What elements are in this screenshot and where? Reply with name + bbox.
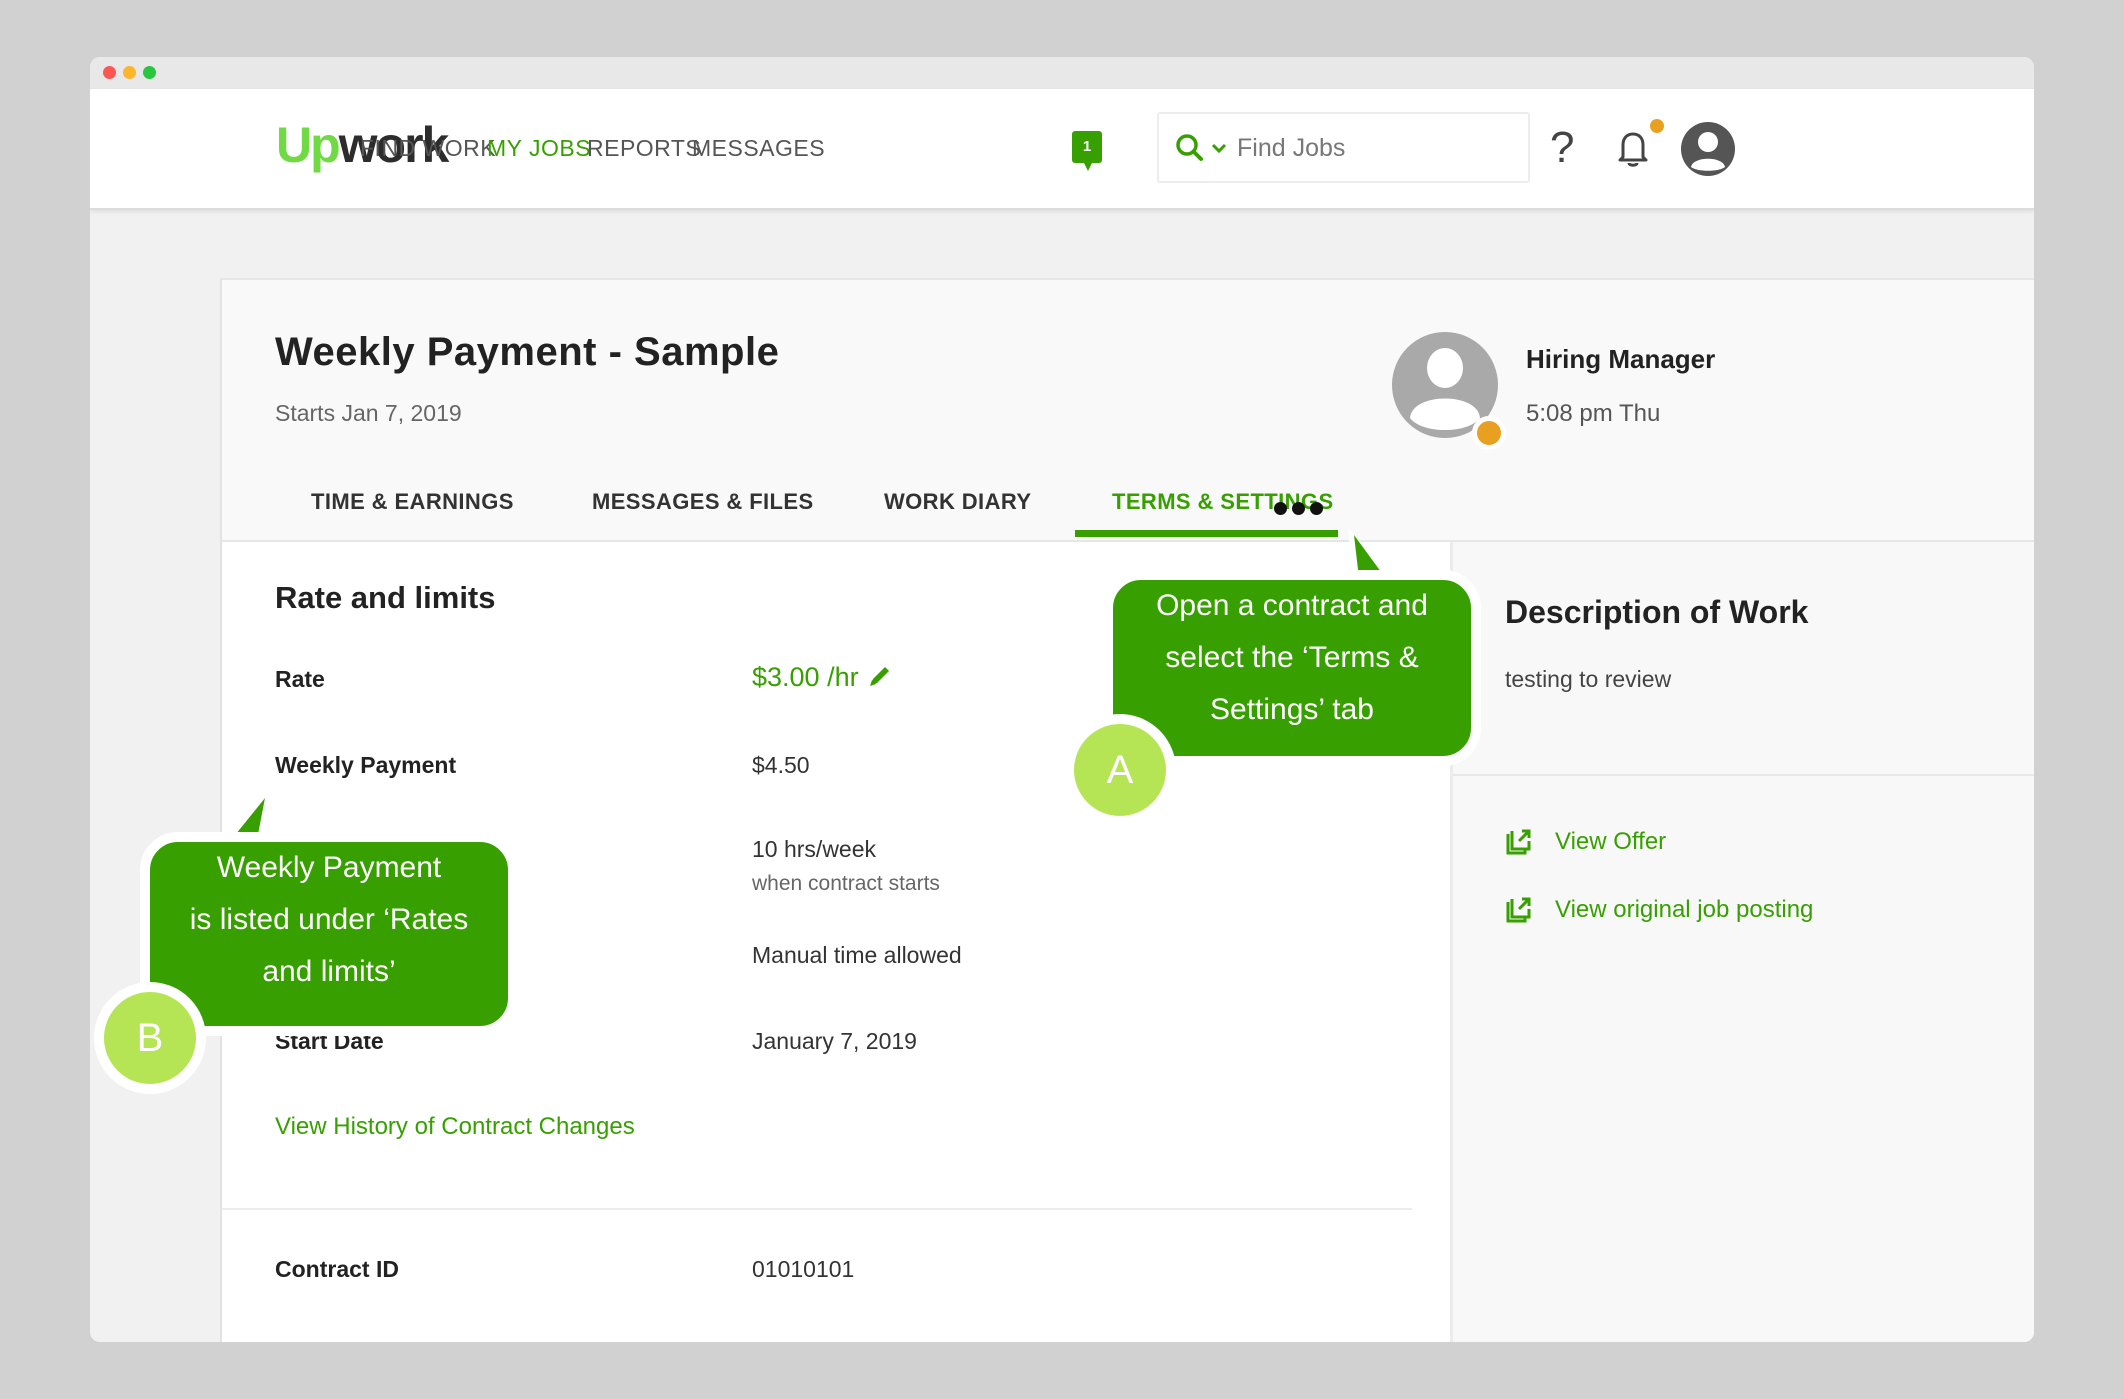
search-input[interactable]	[1237, 128, 1517, 168]
hiring-manager-name: Hiring Manager	[1526, 344, 1716, 374]
hiring-manager-local-time: 5:08 pm Thu	[1526, 400, 1661, 427]
section-divider	[222, 1208, 1412, 1210]
nav-find-work[interactable]: FIND WORK	[360, 133, 496, 163]
more-dot-icon	[1310, 502, 1323, 515]
nav-my-jobs[interactable]: MY JOBS	[487, 133, 591, 163]
description-panel: Description of Work testing to review Vi…	[1453, 542, 2034, 1342]
view-job-posting-link[interactable]: View original job posting	[1505, 896, 1813, 924]
tab-time-earnings[interactable]: TIME & EARNINGS	[311, 480, 514, 540]
callout-b-badge: B	[94, 982, 206, 1094]
contract-id-label: Contract ID	[275, 1256, 399, 1282]
tab-messages-files[interactable]: MESSAGES & FILES	[592, 480, 814, 540]
callout-b-bubble: Weekly Payment is listed under ‘Rates an…	[140, 832, 518, 1036]
top-navigation-bar: Upwork FIND WORK MY JOBS REPORTS MESSAGE…	[90, 89, 2034, 210]
external-link-icon	[1506, 897, 1531, 923]
chevron-down-icon[interactable]	[1209, 138, 1229, 158]
view-job-posting-label: View original job posting	[1555, 896, 1814, 923]
more-dot-icon	[1274, 502, 1287, 515]
callout-a-line: Open a contract and	[1156, 589, 1428, 622]
nav-messages[interactable]: MESSAGES	[692, 133, 825, 163]
more-tabs-button[interactable]	[1274, 502, 1323, 515]
view-offer-link[interactable]: View Offer	[1505, 828, 1666, 856]
title-bar	[90, 57, 2034, 89]
tab-work-diary[interactable]: WORK DIARY	[884, 480, 1031, 540]
help-icon[interactable]: ?	[1550, 123, 1574, 173]
nav-reports[interactable]: REPORTS	[587, 133, 701, 163]
notification-dot	[1650, 119, 1664, 133]
contract-tabs: TIME & EARNINGS MESSAGES & FILES WORK DI…	[222, 480, 2034, 542]
rate-and-limits-title: Rate and limits	[275, 580, 496, 615]
browser-window: Upwork FIND WORK MY JOBS REPORTS MESSAGE…	[90, 57, 2034, 1342]
search-icon[interactable]	[1173, 131, 1207, 165]
rate-label: Rate	[275, 666, 325, 692]
contract-title: Weekly Payment - Sample	[275, 330, 780, 374]
maximize-window-button[interactable]	[143, 66, 156, 79]
external-link-icon	[1506, 829, 1531, 855]
weekly-payment-value: $4.50	[752, 752, 810, 778]
messages-count-badge[interactable]: 1	[1072, 131, 1102, 171]
description-text: testing to review	[1505, 666, 1672, 692]
rate-value: $3.00 /hr	[752, 662, 859, 692]
pencil-edit-icon[interactable]	[867, 663, 893, 689]
view-offer-label: View Offer	[1555, 828, 1667, 855]
user-avatar-icon[interactable]	[1679, 120, 1737, 178]
more-dot-icon	[1292, 502, 1305, 515]
weekly-payment-label: Weekly Payment	[275, 752, 457, 778]
close-window-button[interactable]	[103, 66, 116, 79]
callout-a-line: Settings’ tab	[1210, 693, 1374, 726]
view-history-link[interactable]: View History of Contract Changes	[275, 1113, 635, 1141]
search-box[interactable]	[1157, 112, 1530, 183]
active-tab-indicator	[1075, 530, 1338, 537]
logo-up: Up	[276, 117, 341, 173]
start-date-value: January 7, 2019	[752, 1028, 917, 1054]
rate-value-row: $3.00 /hr	[752, 662, 893, 693]
callout-b-line: Weekly Payment	[216, 851, 442, 884]
manual-time-value: Manual time allowed	[752, 942, 962, 968]
description-title: Description of Work	[1505, 594, 1809, 630]
callout-b-line: is listed under ‘Rates	[189, 903, 469, 936]
callout-a-badge: A	[1064, 714, 1176, 826]
minimize-window-button[interactable]	[123, 66, 136, 79]
description-divider	[1453, 774, 2034, 776]
hiring-manager-status-dot	[1472, 416, 1506, 450]
contract-start-date: Starts Jan 7, 2019	[275, 400, 462, 426]
weekly-limit-value: 10 hrs/week	[752, 836, 877, 862]
weekly-limit-note: when contract starts	[752, 872, 940, 895]
bell-icon[interactable]	[1615, 127, 1651, 169]
contract-id-value: 01010101	[752, 1256, 855, 1282]
callout-b-line: and limits’	[262, 955, 396, 988]
callout-a-line: select the ‘Terms &	[1165, 641, 1419, 674]
